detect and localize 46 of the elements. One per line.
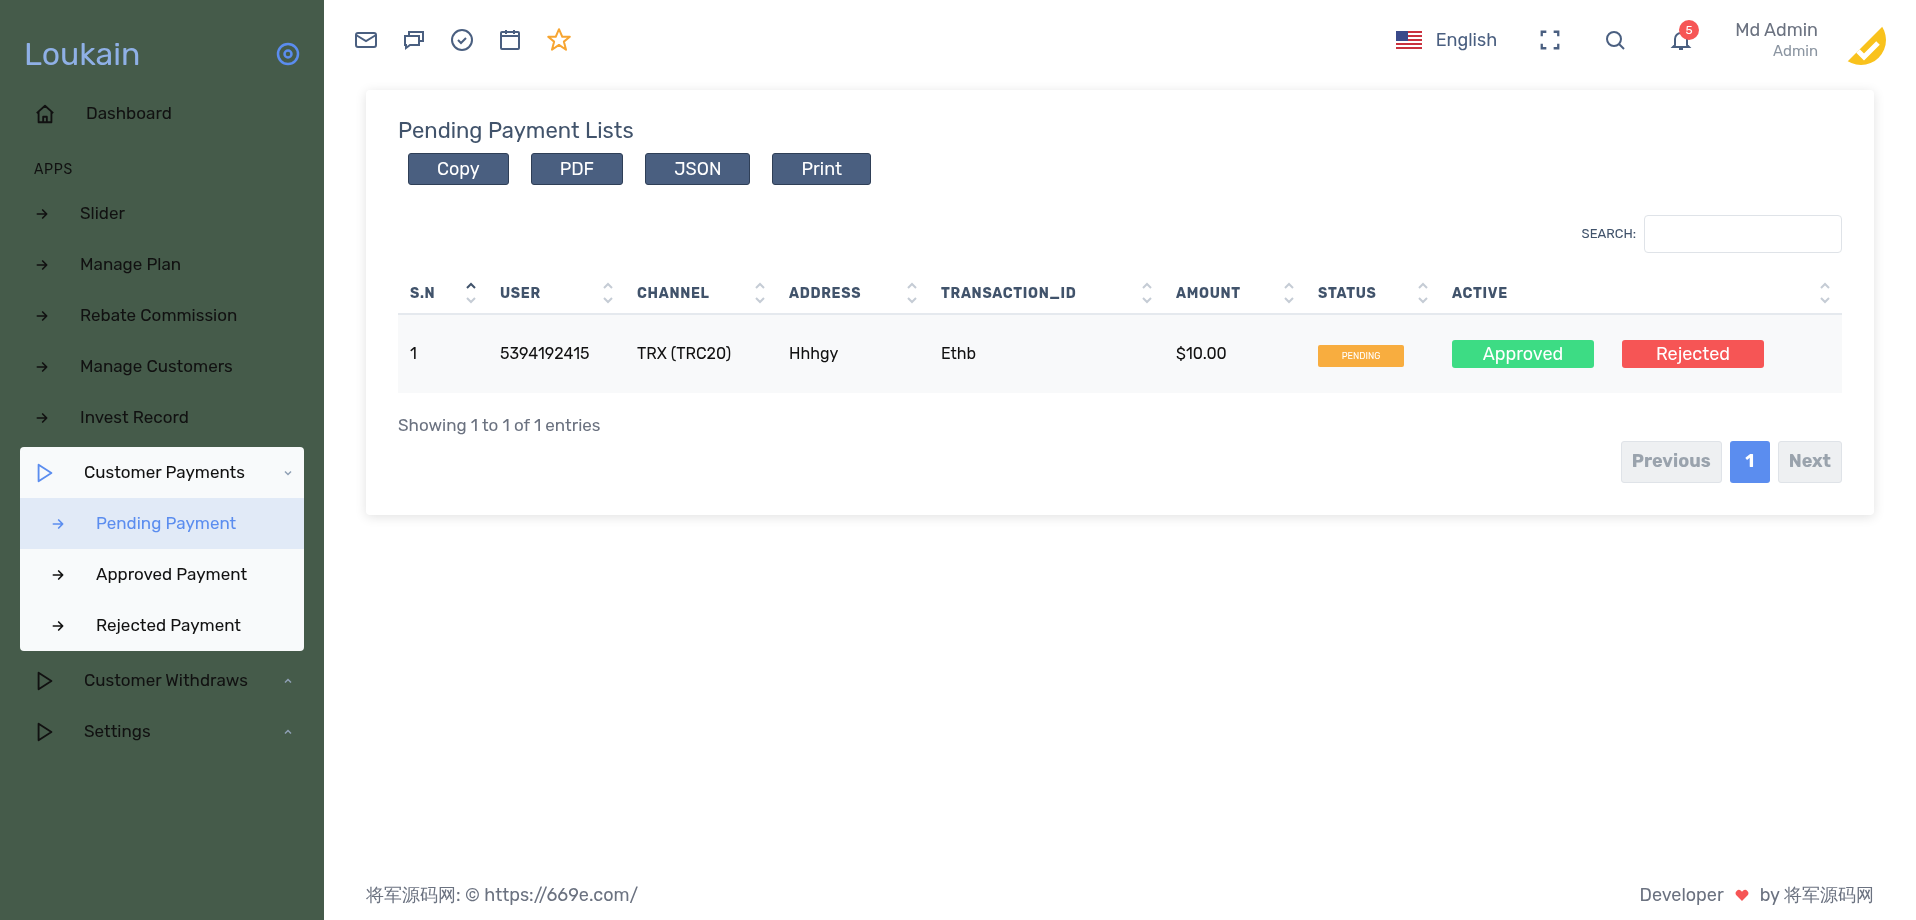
column-header[interactable]: CHANNEL bbox=[637, 282, 710, 304]
export-button[interactable]: JSON bbox=[645, 153, 751, 185]
submenu-item[interactable]: Rejected Payment bbox=[20, 600, 304, 651]
export-button[interactable]: Print bbox=[772, 153, 871, 185]
search-field[interactable] bbox=[1644, 215, 1842, 253]
logo-text: Loukain bbox=[24, 34, 141, 75]
table-cell: TRX (TRC20) bbox=[637, 344, 732, 363]
entries-info: Showing 1 to 1 of 1 entries bbox=[398, 414, 602, 437]
heart-icon bbox=[1733, 887, 1750, 903]
chat-icon[interactable] bbox=[402, 28, 426, 52]
export-button[interactable]: Copy bbox=[408, 153, 509, 185]
star-icon[interactable] bbox=[546, 27, 572, 53]
column-header[interactable]: USER bbox=[500, 282, 541, 304]
credit-text: by 将军源码网 bbox=[1759, 882, 1874, 908]
target-icon[interactable] bbox=[276, 42, 300, 66]
developer-text: Developer bbox=[1639, 882, 1724, 908]
section-label: APPS bbox=[33, 160, 74, 180]
notification-badge: 5 bbox=[1679, 20, 1700, 40]
language-selector[interactable]: English bbox=[1435, 26, 1498, 54]
user-name: Md Admin bbox=[1735, 19, 1818, 42]
column-header[interactable]: STATUS bbox=[1318, 282, 1377, 304]
export-button[interactable]: PDF bbox=[530, 153, 624, 185]
table-cell: 1 bbox=[410, 344, 417, 363]
search-label: SEARCH: bbox=[1581, 225, 1636, 244]
home-icon bbox=[34, 102, 56, 125]
copyright-text: 将军源码网: © https://669e.com/ bbox=[366, 882, 639, 908]
check-circle-icon[interactable] bbox=[450, 28, 474, 52]
column-header[interactable]: AMOUNT bbox=[1176, 282, 1241, 304]
column-header[interactable]: S.N bbox=[410, 282, 436, 304]
column-header[interactable]: ADDRESS bbox=[789, 282, 862, 304]
user-role: Admin bbox=[1773, 41, 1818, 61]
flag-icon bbox=[1395, 31, 1422, 49]
table-cell: 5394192415 bbox=[500, 344, 590, 363]
table-cell: Hhhgy bbox=[789, 344, 839, 363]
sort-icon[interactable] bbox=[466, 281, 476, 305]
column-header[interactable]: ACTIVE bbox=[1452, 282, 1508, 304]
status-badge: PENDING bbox=[1318, 344, 1404, 367]
sidebar-link[interactable]: Customer Payments bbox=[84, 459, 254, 486]
submenu-item[interactable]: Approved Payment bbox=[20, 549, 304, 600]
reject-button[interactable]: Rejected bbox=[1622, 340, 1764, 368]
column-header[interactable]: TRANSACTION_ID bbox=[941, 282, 1077, 304]
card-title: Pending Payment Lists bbox=[398, 116, 635, 146]
fullscreen-icon[interactable] bbox=[1539, 29, 1562, 51]
calendar-icon[interactable] bbox=[498, 28, 522, 52]
table-cell: $10.00 bbox=[1176, 344, 1227, 363]
table-cell: Ethb bbox=[941, 344, 977, 363]
